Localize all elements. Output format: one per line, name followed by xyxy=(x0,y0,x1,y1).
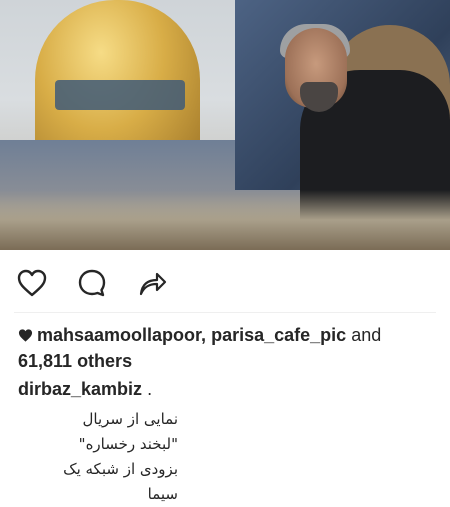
share-arrow-icon[interactable] xyxy=(136,267,168,299)
likes-others-count[interactable]: 61,811 others xyxy=(18,351,132,371)
post-photo[interactable] xyxy=(0,0,450,250)
speech-bubble-icon[interactable] xyxy=(76,267,108,299)
foreground-blur xyxy=(0,190,450,250)
post-caption: dirbaz_kambiz . xyxy=(0,373,450,401)
caption-line: سیما xyxy=(147,485,178,503)
caption-username[interactable]: dirbaz_kambiz xyxy=(18,379,142,399)
caption-line: بزودی از شبکه یک xyxy=(63,460,178,478)
heart-outline-icon[interactable] xyxy=(16,267,48,299)
caption-suffix: . xyxy=(147,379,153,399)
likes-and-text: and xyxy=(351,325,382,345)
likes-summary: mahsaamoollapoor, parisa_cafe_pic and 61… xyxy=(0,313,450,373)
heart-filled-icon xyxy=(18,325,33,349)
post-action-bar xyxy=(14,250,436,313)
caption-text: نمایی از سریال "لبخند رخساره" بزودی از ش… xyxy=(18,407,178,507)
dome-inscription-band xyxy=(55,80,185,110)
caption-line: "لبخند رخساره" xyxy=(78,435,178,453)
liker-username-2[interactable]: parisa_cafe_pic xyxy=(211,325,346,345)
liker-username-1[interactable]: mahsaamoollapoor, xyxy=(37,325,206,345)
caption-line: نمایی از سریال xyxy=(82,410,178,428)
